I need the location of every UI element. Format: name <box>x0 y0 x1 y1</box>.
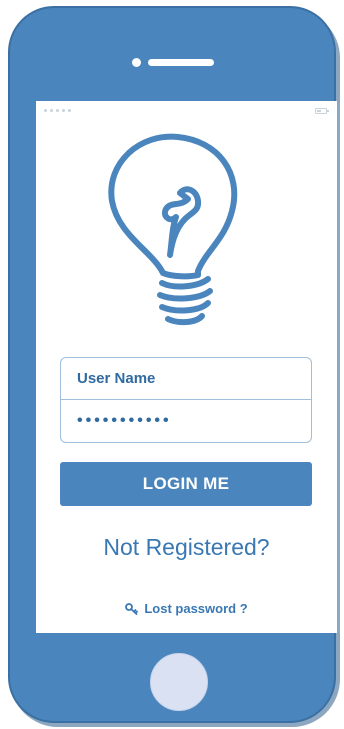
not-registered-link[interactable]: Not Registered? <box>36 534 337 561</box>
battery-icon <box>315 108 329 114</box>
phone-frame: ••••••••••• LOGIN ME Not Registered? Los… <box>8 6 337 723</box>
front-camera <box>132 58 141 67</box>
login-form: ••••••••••• <box>60 357 312 443</box>
password-input[interactable]: ••••••••••• <box>77 412 172 430</box>
password-field[interactable]: ••••••••••• <box>61 400 311 442</box>
signal-strength-icon <box>44 109 71 112</box>
lost-password-link[interactable]: Lost password ? <box>36 601 337 616</box>
home-button[interactable] <box>150 653 208 711</box>
username-input[interactable] <box>77 370 311 387</box>
login-button[interactable]: LOGIN ME <box>60 462 312 506</box>
phone-screen: ••••••••••• LOGIN ME Not Registered? Los… <box>36 101 337 633</box>
lost-password-label: Lost password ? <box>144 601 248 616</box>
earpiece-speaker <box>148 59 214 66</box>
username-field[interactable] <box>61 358 311 400</box>
key-icon <box>125 602 139 615</box>
lightbulb-icon <box>108 133 238 326</box>
